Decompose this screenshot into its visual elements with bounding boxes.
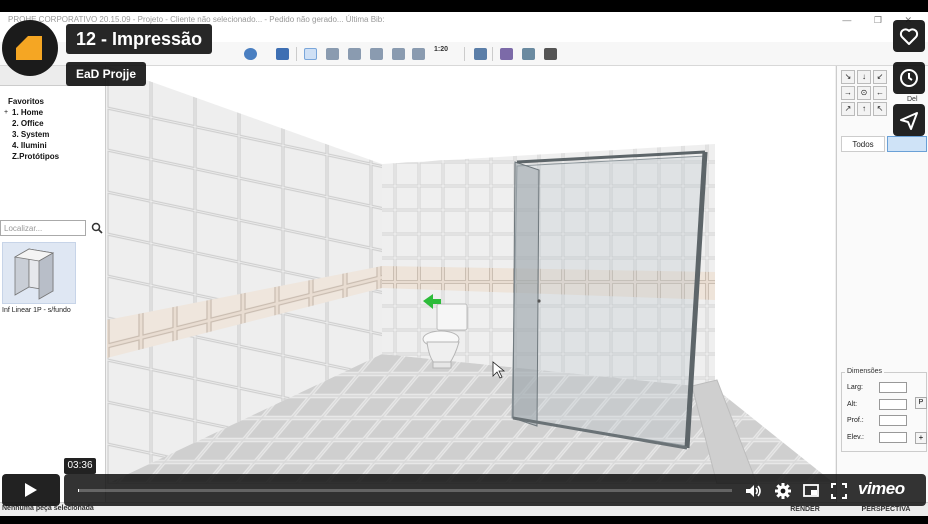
toolbar-separator [492,47,493,61]
depth-field[interactable] [879,415,907,426]
heart-icon [899,28,919,45]
orbit-icon[interactable] [326,48,339,60]
cursor-icon[interactable] [304,48,317,60]
send-icon [900,112,918,130]
volume-icon[interactable] [744,482,762,500]
tree-item[interactable]: 4. Ilumini [4,140,59,151]
toolbar-separator [296,47,297,61]
nav-button[interactable]: ↙ [873,70,887,84]
app-window: PROHE CORPORATIVO 20.15.09 - Projeto - C… [0,12,928,516]
tab-all[interactable]: Todos [841,136,885,152]
shower-enclosure [511,150,708,450]
nav-button[interactable]: ↖ [873,102,887,116]
image-icon[interactable] [522,48,535,60]
layers-icon[interactable] [276,48,289,60]
nav-button[interactable]: ↗ [841,102,855,116]
pan-icon[interactable] [348,48,361,60]
nav-button[interactable]: → [841,86,855,100]
picture-in-picture-icon[interactable] [802,482,820,500]
toolbar-separator [464,47,465,61]
control-bar: vimeo [64,474,926,506]
paint-icon[interactable] [500,48,513,60]
gear-icon[interactable] [774,482,792,500]
bathroom-scene [107,66,835,484]
tab-selected[interactable] [887,136,927,152]
progress-fill [78,489,79,492]
share-button[interactable] [893,104,925,136]
proportion-button[interactable]: P [915,397,927,409]
delete-label[interactable]: Del [907,96,918,103]
tree-item[interactable]: Favoritos [4,96,59,107]
window-title: PROHE CORPORATIVO 20.15.09 - Projeto - C… [8,15,385,24]
vimeo-logo[interactable]: vimeo [858,479,905,499]
rotate-icon[interactable] [412,48,425,60]
globe-icon[interactable] [244,48,257,60]
tree-item[interactable]: 2. Office [4,118,59,129]
player-controls: vimeo [0,470,928,508]
scale-value[interactable]: 1:20 [434,46,448,53]
zoom-icon[interactable] [392,48,405,60]
tree-item[interactable]: Z.Protótipos [4,151,59,162]
tree-item[interactable]: 3. System [4,129,59,140]
depth-label: Prof.: [847,417,864,424]
like-button[interactable] [893,20,925,52]
library-tree: Favoritos +1. Home 2. Office 3. System 4… [4,96,59,162]
progress-bar[interactable] [78,489,732,492]
clock-icon [900,69,918,87]
width-field[interactable] [879,382,907,393]
walk-icon[interactable] [370,48,383,60]
height-field[interactable] [879,399,907,410]
nav-button[interactable]: ↑ [857,102,871,116]
elevation-field[interactable] [879,432,907,443]
tree-item[interactable]: +1. Home [4,107,59,118]
library-item-label: Inf Linear 1P - s/fundo [2,307,71,314]
library-panel: Favoritos +1. Home 2. Office 3. System 4… [0,66,106,502]
projje-logo-icon [16,36,42,60]
video-title[interactable]: 12 - Impressão [66,24,213,54]
search-input[interactable] [0,220,86,236]
fullscreen-icon[interactable] [830,482,848,500]
watch-later-button[interactable] [893,62,925,94]
library-item-thumbnail[interactable] [2,242,76,304]
width-label: Larg: [847,384,863,391]
library-search [0,220,106,236]
photo-camera-icon[interactable] [544,48,557,60]
nav-button[interactable]: ⊙ [857,86,871,100]
nav-button[interactable]: ← [873,86,887,100]
cabinet-icon [13,248,55,300]
video-player[interactable]: PROHE CORPORATIVO 20.15.09 - Projeto - C… [0,0,928,524]
3d-viewport[interactable] [107,66,835,484]
dimensions-title: Dimensões [845,368,885,375]
channel-avatar[interactable] [2,20,58,76]
camera-view-icon[interactable] [474,48,487,60]
play-button[interactable] [2,474,60,506]
height-label: Alt: [847,401,858,408]
play-icon [25,483,37,497]
video-byline[interactable]: EaD Projje [66,62,147,86]
elevation-label: Elev.: [847,434,864,441]
plus-button[interactable]: + [915,432,927,444]
search-icon[interactable] [91,222,103,234]
nav-button[interactable]: ↘ [841,70,855,84]
nav-button[interactable]: ↓ [857,70,871,84]
